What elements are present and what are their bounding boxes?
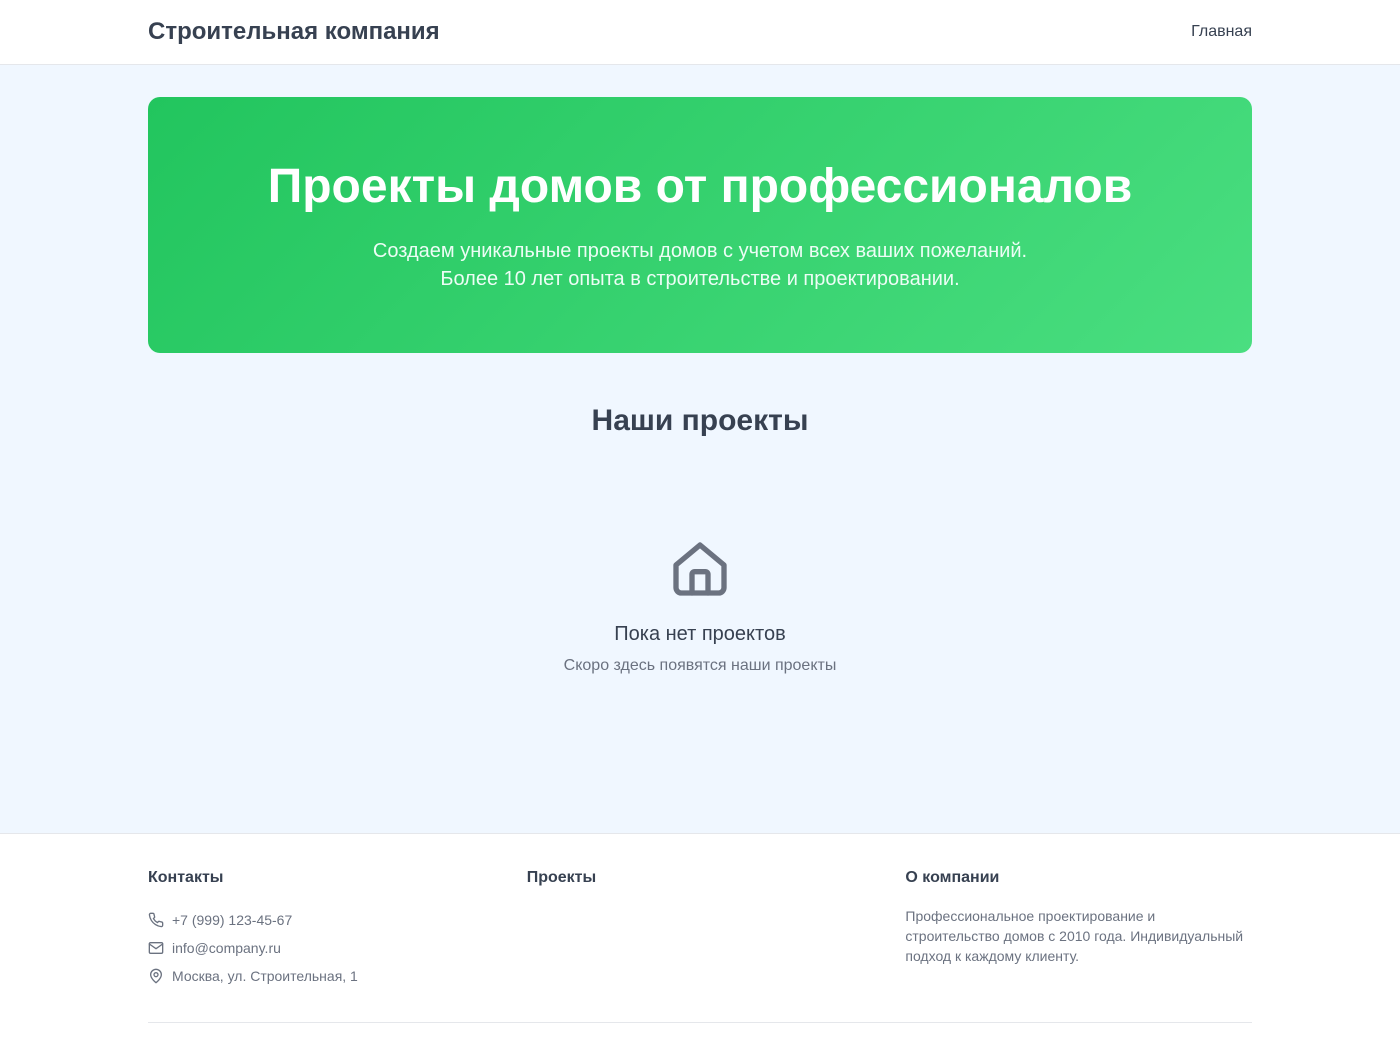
projects-heading: Наши проекты: [591, 404, 809, 437]
hero-subtitle-line-2: Более 10 лет опыта в строительстве и про…: [440, 268, 960, 290]
empty-state-subtitle: Скоро здесь появятся наши проекты: [563, 657, 837, 674]
footer-columns: Контакты +7 (999) 123-45-67 info@company…: [148, 868, 1252, 990]
footer-about-heading: О компании: [905, 869, 1000, 886]
hero-title: Проекты домов от профессионалов: [267, 160, 1133, 213]
contact-address-text: Москва, ул. Строительная, 1: [172, 968, 358, 984]
site-header: Строительная компания Главная: [0, 0, 1400, 65]
main-container: Проекты домов от профессионалов Создаем …: [148, 97, 1252, 678]
footer-container: Контакты +7 (999) 123-45-67 info@company…: [148, 834, 1252, 1023]
brand-logo-link[interactable]: Строительная компания: [148, 18, 440, 46]
contact-address: Москва, ул. Строительная, 1: [148, 962, 527, 990]
footer-about: О компании Профессиональное проектирован…: [905, 868, 1251, 990]
contact-list: +7 (999) 123-45-67 info@company.ru Москв…: [148, 906, 527, 990]
site-footer: Контакты +7 (999) 123-45-67 info@company…: [0, 833, 1400, 1050]
hero-subtitle-line-1: Создаем уникальные проекты домов с учето…: [372, 240, 1028, 262]
house-icon: [668, 537, 732, 601]
contact-email-text: info@company.ru: [172, 940, 281, 956]
contact-phone[interactable]: +7 (999) 123-45-67: [148, 906, 527, 934]
footer-contacts-heading: Контакты: [148, 869, 224, 886]
empty-state-title: Пока нет проектов: [614, 623, 786, 645]
main-content: Проекты домов от профессионалов Создаем …: [0, 65, 1400, 833]
footer-projects: Проекты: [527, 868, 906, 990]
footer-contacts: Контакты +7 (999) 123-45-67 info@company…: [148, 868, 527, 990]
nav-link-home[interactable]: Главная: [1191, 23, 1252, 40]
footer-about-text: Профессиональное проектирование и строит…: [905, 908, 1244, 964]
main-nav: Главная: [1191, 23, 1252, 41]
footer-projects-heading: Проекты: [526, 869, 597, 886]
footer-divider: [148, 1022, 1252, 1023]
map-pin-icon: [150, 968, 162, 984]
header-container: Строительная компания Главная: [148, 0, 1252, 64]
mail-icon: [148, 942, 164, 954]
hero-subtitle: Создаем уникальные проекты домов с учето…: [148, 237, 1252, 293]
contact-phone-text: +7 (999) 123-45-67: [172, 912, 293, 928]
hero-banner: Проекты домов от профессионалов Создаем …: [148, 97, 1252, 353]
projects-empty-state: Пока нет проектов Скоро здесь появятся н…: [148, 537, 1252, 678]
phone-icon: [148, 912, 164, 928]
contact-email[interactable]: info@company.ru: [148, 934, 527, 962]
